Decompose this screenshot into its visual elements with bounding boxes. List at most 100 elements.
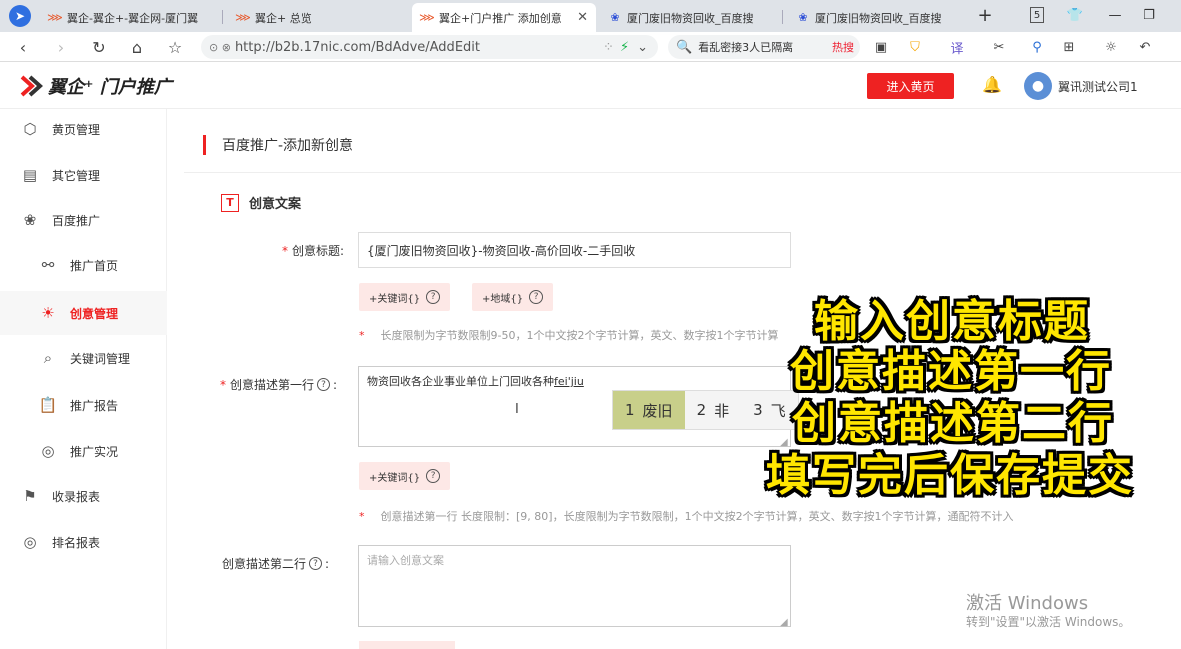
insert-region-button[interactable]: +地域{} ? [472,283,554,311]
sidebar-item-keywords[interactable]: ⌕ 关键词管理 [0,338,167,378]
ime-composition: fei'jiu [554,375,584,388]
back-icon[interactable]: ‹ [12,36,34,58]
sidebar-item-label: 推广报告 [70,398,119,413]
candidate-number: 2 [696,401,707,419]
help-icon[interactable]: ? [317,378,331,391]
sidebar-item-label: 收录报表 [52,489,101,504]
magnifier-icon[interactable]: ⚲ [1026,36,1048,58]
desc2-label: 创意描述第二行 ? : [222,556,330,572]
tab-5[interactable]: ❀ 厦门废旧物资回收_百度搜 [788,3,968,32]
sidebar-item-live[interactable]: ◎ 推广实况 [0,431,167,471]
sidebar-item-index-report[interactable]: ⚑ 收录报表 [0,476,167,516]
app-logo[interactable]: 翼企⁺ 门户推广 [18,73,172,99]
company-name[interactable]: 翼讯测试公司1 [1058,78,1138,95]
tab-divider [782,10,783,24]
shield-icon[interactable]: ⛉ [904,36,926,58]
sidebar-item-promo-home[interactable]: ⚯ 推广首页 [0,245,167,285]
sidebar-item-baidu[interactable]: ❀ 百度推广 [0,200,167,240]
home-icon[interactable]: ⌂ [126,36,148,58]
help-icon[interactable]: ? [529,290,544,304]
grid-icon[interactable]: ⁘ [603,40,614,55]
tab-1[interactable]: ⋙ 翼企-翼企+-翼企网-厦门翼 [40,3,220,32]
sidebar-item-label: 百度推广 [52,213,101,228]
required-mark: * [282,243,288,258]
caption-line-1: 输入创意标题 [814,296,1090,347]
forward-icon[interactable]: › [50,36,72,58]
sidebar-item-creative[interactable]: ☀ 创意管理 [0,291,167,335]
target-icon: ◎ [23,533,37,551]
logo-text: 翼企⁺ 门户推广 [48,77,172,98]
brightness-icon[interactable]: ☼ [1100,36,1122,58]
search-icon: ⌕ [43,349,53,367]
ime-candidate[interactable]: 1 废旧 [613,391,685,429]
sidebar-item-label: 排名报表 [52,535,101,550]
hot-search-label[interactable]: 热搜 [832,39,854,55]
candidate-word: 飞 [770,401,786,420]
tab-2[interactable]: ⋙ 翼企+ 总览 [228,3,408,32]
avatar[interactable]: ● [1024,72,1052,100]
sidebar-item-rank-report[interactable]: ◎ 排名报表 [0,522,167,562]
restore-icon[interactable]: ❐ [1138,4,1160,26]
undo-icon[interactable]: ↶ [1134,36,1156,58]
sidebar-item-report[interactable]: 📋 推广报告 [0,385,167,425]
minimize-icon[interactable]: — [1104,4,1126,26]
browser-tab-bar: ➤ ⋙ 翼企-翼企+-翼企网-厦门翼 ⋙ 翼企+ 总览 ⋙ 翼企+门户推广 添加… [0,0,1181,32]
enter-yellowpages-button[interactable]: 进入黄页 [867,73,954,99]
text-cursor-icon: I [515,402,519,417]
insert-keyword-button-3[interactable] [359,641,455,649]
search-icon: 🔍 [676,39,693,55]
hint-text: 创意描述第一行 长度限制：[9, 80]，长度限制为字节数限制，1个中文按2个字… [380,510,1014,523]
url-field[interactable]: ⊙ ⊗ http://b2b.17nic.com/BdAdve/AddEdit … [201,35,658,59]
activation-watermark-title: 激活 Windows [966,593,1089,614]
tab-label: 厦门废旧物资回收_百度搜 [627,11,754,25]
tag-label: +地域{} [482,293,524,305]
sidebar-item-label: 推广实况 [70,444,119,459]
close-tab-icon[interactable]: ✕ [571,10,588,25]
tab-3-active[interactable]: ⋙ 翼企+门户推广 添加创意 ✕ [412,3,596,32]
reload-icon[interactable]: ↻ [88,36,110,58]
scissors-icon[interactable]: ✂ [988,36,1010,58]
new-tab-button[interactable]: + [974,4,996,26]
shirt-icon[interactable]: 👕 [1064,4,1086,26]
chevron-down-icon[interactable]: ⌄ [637,40,648,55]
title-label-text: 创意标题: [292,244,345,258]
help-icon[interactable]: ? [426,469,441,483]
help-icon[interactable]: ? [426,290,441,304]
logo-icon: ⋙ [47,11,63,24]
insert-keyword-button-2[interactable]: +关键词{} ? [359,462,451,490]
title-input[interactable]: {厦门废旧物资回收}-物资回收-高价回收-二手回收 [358,232,791,268]
bell-icon[interactable]: 🔔 [982,75,1002,94]
document-icon: ▤ [22,166,38,184]
resize-handle-icon[interactable]: ◢ [780,617,788,628]
desc1-label: * 创意描述第一行 ? : [220,377,338,393]
browser-logo-icon[interactable]: ➤ [9,5,31,27]
resize-handle-icon[interactable]: ◢ [780,437,788,448]
paw-icon: ❀ [23,211,37,229]
bulb-icon: ☀ [41,304,55,322]
bookmark-star-icon[interactable]: ☆ [164,36,186,58]
target-icon: ◎ [41,442,55,460]
logo-icon: ⋙ [235,11,251,24]
apps-icon[interactable]: ⊞ [1058,36,1080,58]
desc2-textarea[interactable]: 请输入创意文案 [358,545,791,627]
desc1-label-text: 创意描述第一行 [230,378,315,392]
insert-keyword-button[interactable]: +关键词{} ? [359,283,451,311]
reader-icon[interactable]: ▣ [870,36,892,58]
tab-label: 翼企-翼企+-翼企网-厦门翼 [67,11,199,25]
sidebar-item-other[interactable]: ▤ 其它管理 [0,155,167,195]
search-field[interactable]: 🔍 看乱密接3人已隔离 热搜 [668,35,860,59]
text-icon: T [221,193,239,212]
tab-label: 厦门废旧物资回收_百度搜 [815,11,942,25]
tab-4[interactable]: ❀ 厦门废旧物资回收_百度搜 [600,3,780,32]
tab-count[interactable]: 5 [1030,7,1044,23]
desc1-hint: * 创意描述第一行 长度限制：[9, 80]，长度限制为字节数限制，1个中文按2… [359,508,1014,524]
help-icon[interactable]: ? [309,557,323,570]
tab-divider [222,10,223,24]
sidebar-item-label: 创意管理 [70,306,119,321]
ime-candidate[interactable]: 2 非 [685,391,742,429]
bolt-icon[interactable]: ⚡ [620,40,629,55]
section-header: T 创意文案 [221,193,301,212]
sidebar: ⬡ 黄页管理 ▤ 其它管理 ❀ 百度推广 ⚯ 推广首页 ☀ 创意管理 ⌕ 关键词… [0,109,167,649]
sidebar-item-yellowpages[interactable]: ⬡ 黄页管理 [0,109,167,149]
translate-icon[interactable]: 译 [946,36,968,58]
